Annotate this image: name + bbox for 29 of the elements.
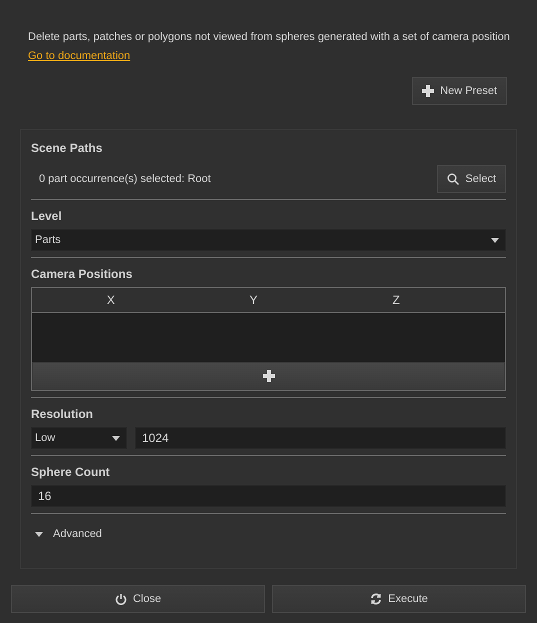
description-text: Delete parts, patches or polygons not viewed from spheres generated with a set of camera position [28, 30, 511, 45]
execute-button[interactable]: Execute [272, 585, 526, 613]
column-header: Y [249, 293, 258, 307]
sphere-count-field[interactable]: 16 [31, 485, 506, 507]
column-header: X [106, 293, 115, 307]
add-row-button[interactable] [32, 362, 505, 390]
section-title: Level [31, 208, 63, 225]
resolution-field[interactable]: 1024 [135, 427, 506, 449]
caret-icon [112, 436, 120, 440]
plus-icon [422, 85, 434, 97]
documentation-link[interactable]: Go to documentation [28, 47, 130, 65]
section-title: Scene Paths [31, 140, 104, 157]
resolution-dropdown[interactable]: Low [31, 427, 127, 449]
section-title: Sphere Count [31, 464, 111, 481]
caret-icon [35, 532, 43, 536]
selection-status: 0 part occurrence(s) selected: Root [38, 173, 211, 185]
refresh-icon [370, 593, 382, 605]
select-button[interactable]: Select [437, 165, 506, 193]
search-icon [447, 173, 460, 185]
plus-icon [262, 370, 274, 382]
level-dropdown[interactable]: Parts [31, 229, 506, 251]
section-title: Camera Positions [31, 266, 134, 283]
close-button[interactable]: Close [11, 585, 265, 613]
power-icon [114, 593, 127, 605]
advanced-toggle[interactable]: Advanced [53, 528, 102, 540]
column-header: Z [392, 293, 400, 307]
caret-icon [491, 238, 499, 242]
new-preset-button[interactable]: New Preset [412, 77, 507, 105]
section-title: Resolution [31, 406, 94, 423]
